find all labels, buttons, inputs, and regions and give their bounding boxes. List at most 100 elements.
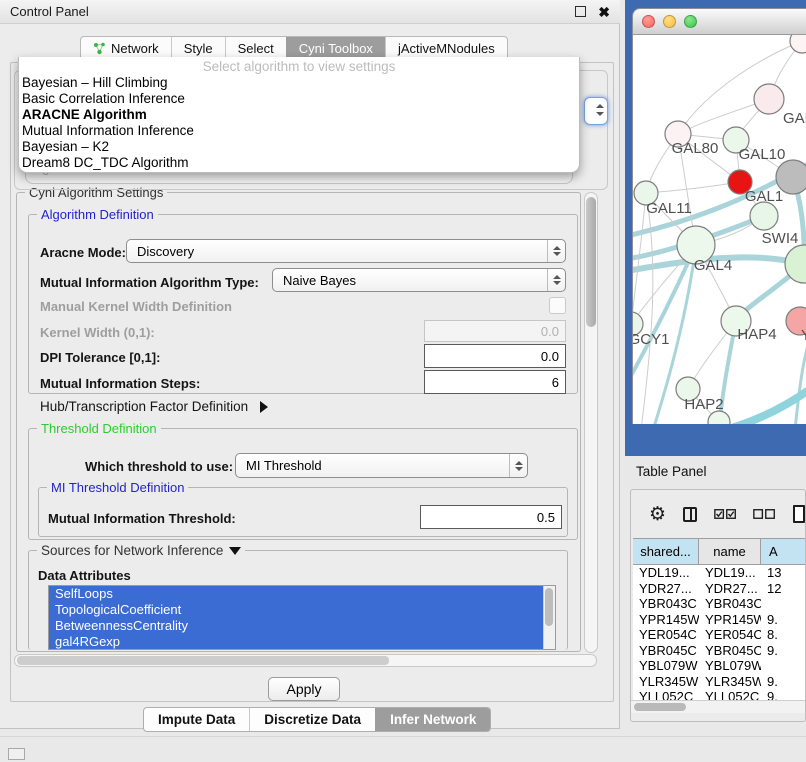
tab-impute-data-label: Impute Data bbox=[158, 712, 235, 727]
table-horizontal-scrollbar[interactable] bbox=[631, 700, 805, 713]
network-edge[interactable] bbox=[721, 387, 806, 424]
node-table: shared... name A YDL19...YDL19...13YDR27… bbox=[633, 538, 806, 704]
column-header-partial[interactable]: A bbox=[761, 539, 806, 564]
node-label: HAP4 bbox=[737, 326, 776, 343]
algorithm-dropdown-placeholder: Select algorithm to view settings bbox=[19, 59, 579, 75]
table-cell: 9. bbox=[761, 674, 806, 690]
collapsed-panel-icon[interactable] bbox=[8, 748, 25, 760]
tab-select-label: Select bbox=[238, 41, 274, 56]
table-row[interactable]: YDR27...YDR27...12 bbox=[633, 581, 806, 597]
tab-jactivemnodules-label: jActiveMNodules bbox=[398, 41, 495, 56]
table-cell: YDL19... bbox=[699, 565, 761, 581]
table-row[interactable]: YDL19...YDL19...13 bbox=[633, 565, 806, 581]
tab-impute-data[interactable]: Impute Data bbox=[144, 708, 249, 731]
table-header: shared... name A bbox=[633, 538, 806, 565]
settings-gear-icon[interactable]: ⚙ bbox=[649, 505, 666, 524]
table-cell: YBR043C bbox=[699, 596, 761, 612]
algorithm-option[interactable]: ARACNE Algorithm bbox=[19, 107, 579, 123]
table-cell: YBR045C bbox=[633, 643, 699, 659]
algorithm-combobox-stub[interactable] bbox=[584, 97, 608, 125]
table-cell: YBR045C bbox=[699, 643, 761, 659]
new-table-icon[interactable] bbox=[793, 505, 806, 523]
tab-infer-network[interactable]: Infer Network bbox=[375, 708, 490, 731]
tab-discretize-data-label: Discretize Data bbox=[264, 712, 361, 727]
table-row[interactable]: YPR145WYPR145W9. bbox=[633, 612, 806, 628]
network-icon bbox=[93, 42, 106, 55]
table-row[interactable]: YBR045CYBR045C9. bbox=[633, 643, 806, 659]
node-label: Y bbox=[801, 327, 806, 344]
network-canvas[interactable]: GALGAL80GAL10GAL1GAL11SWI4GAL4GCY1HAP4YH… bbox=[633, 35, 806, 424]
table-cell: YLR345W bbox=[633, 674, 699, 690]
table-cell: 13 bbox=[761, 565, 806, 581]
table-panel-title: Table Panel bbox=[636, 464, 707, 479]
table-cell: YDL19... bbox=[633, 565, 699, 581]
tab-discretize-data[interactable]: Discretize Data bbox=[249, 708, 375, 731]
close-panel-icon[interactable]: ✖ bbox=[598, 5, 610, 19]
algorithm-option[interactable]: Bayesian – Hill Climbing bbox=[19, 75, 579, 91]
table-cell: YER054C bbox=[699, 627, 761, 643]
network-node[interactable] bbox=[750, 202, 778, 230]
network-edge[interactable] bbox=[795, 331, 806, 424]
table-cell bbox=[761, 596, 806, 612]
column-header-name[interactable]: name bbox=[699, 539, 761, 564]
table-cell bbox=[761, 658, 806, 674]
tab-network-label: Network bbox=[111, 41, 159, 56]
algorithm-option[interactable]: Basic Correlation Inference bbox=[19, 91, 579, 107]
node-label: GAL10 bbox=[739, 146, 786, 163]
network-node[interactable] bbox=[754, 84, 784, 114]
zoom-window-icon[interactable] bbox=[684, 15, 697, 28]
status-strip bbox=[0, 736, 806, 762]
table-cell: YPR145W bbox=[699, 612, 761, 628]
table-row[interactable]: YBR043CYBR043C bbox=[633, 596, 806, 612]
column-layout-icon[interactable] bbox=[683, 507, 697, 522]
tab-style-label: Style bbox=[184, 41, 213, 56]
table-cell: YBR043C bbox=[633, 596, 699, 612]
table-cell: YDR27... bbox=[699, 581, 761, 597]
node-label: GCY1 bbox=[633, 331, 669, 348]
network-graph[interactable]: GALGAL80GAL10GAL1GAL11SWI4GAL4GCY1HAP4YH… bbox=[633, 35, 806, 424]
algorithm-option[interactable]: Bayesian – K2 bbox=[19, 139, 579, 155]
table-cell: YBL079W bbox=[699, 658, 761, 674]
table-cell: 12 bbox=[761, 581, 806, 597]
node-label: SWI4 bbox=[762, 230, 799, 247]
table-toolbar: ⚙ bbox=[631, 490, 805, 538]
application-window: Control Panel ✖ Network Style Select Cyn… bbox=[0, 0, 806, 762]
algorithm-option[interactable]: Mutual Information Inference bbox=[19, 123, 579, 139]
table-row[interactable]: YBL079WYBL079W bbox=[633, 658, 806, 674]
minimize-window-icon[interactable] bbox=[663, 15, 676, 28]
table-body: YDL19...YDL19...13YDR27...YDR27...12YBR0… bbox=[633, 565, 806, 704]
table-cell: YER054C bbox=[633, 627, 699, 643]
node-label: HAP2 bbox=[684, 396, 723, 413]
algorithm-dropdown-list: Bayesian – Hill ClimbingBasic Correlatio… bbox=[19, 75, 579, 171]
network-view-window: GALGAL80GAL10GAL1GAL11SWI4GAL4GCY1HAP4YH… bbox=[632, 8, 806, 424]
table-cell: YDR27... bbox=[633, 581, 699, 597]
network-node[interactable] bbox=[790, 35, 806, 53]
node-label: GAL11 bbox=[646, 200, 692, 217]
control-panel-titlebar: Control Panel ✖ bbox=[0, 0, 620, 24]
node-label: GAL80 bbox=[672, 140, 719, 157]
algorithm-dropdown-popup: Select algorithm to view settings Bayesi… bbox=[18, 57, 580, 173]
network-edge[interactable] bbox=[646, 182, 740, 193]
stepper-down-icon bbox=[596, 112, 604, 116]
float-panel-icon[interactable] bbox=[575, 6, 586, 17]
table-row[interactable]: YER054CYER054C8. bbox=[633, 627, 806, 643]
table-cell: 8. bbox=[761, 627, 806, 643]
table-panel-body: ⚙ shared... name A YDL19...YDL19...13YDR… bbox=[630, 489, 806, 722]
select-all-icon[interactable] bbox=[714, 508, 736, 520]
close-window-icon[interactable] bbox=[642, 15, 655, 28]
table-cell: YBL079W bbox=[633, 658, 699, 674]
table-cell: 9. bbox=[761, 643, 806, 659]
control-panel-title: Control Panel bbox=[10, 4, 89, 19]
table-panel-titlebar: Table Panel bbox=[625, 456, 806, 487]
algorithm-option[interactable]: Dream8 DC_TDC Algorithm bbox=[19, 155, 579, 171]
table-row[interactable]: YLR345WYLR345W9. bbox=[633, 674, 806, 690]
network-window-titlebar[interactable] bbox=[633, 9, 806, 35]
node-label: GAL4 bbox=[694, 257, 732, 274]
table-cell: YPR145W bbox=[633, 612, 699, 628]
column-header-shared[interactable]: shared... bbox=[633, 539, 699, 564]
tab-infer-network-label: Infer Network bbox=[390, 712, 476, 727]
table-horizontal-thumb[interactable] bbox=[634, 703, 686, 711]
deselect-all-icon[interactable] bbox=[753, 508, 775, 520]
node-label: GAL bbox=[783, 110, 806, 127]
table-cell: YLR345W bbox=[699, 674, 761, 690]
